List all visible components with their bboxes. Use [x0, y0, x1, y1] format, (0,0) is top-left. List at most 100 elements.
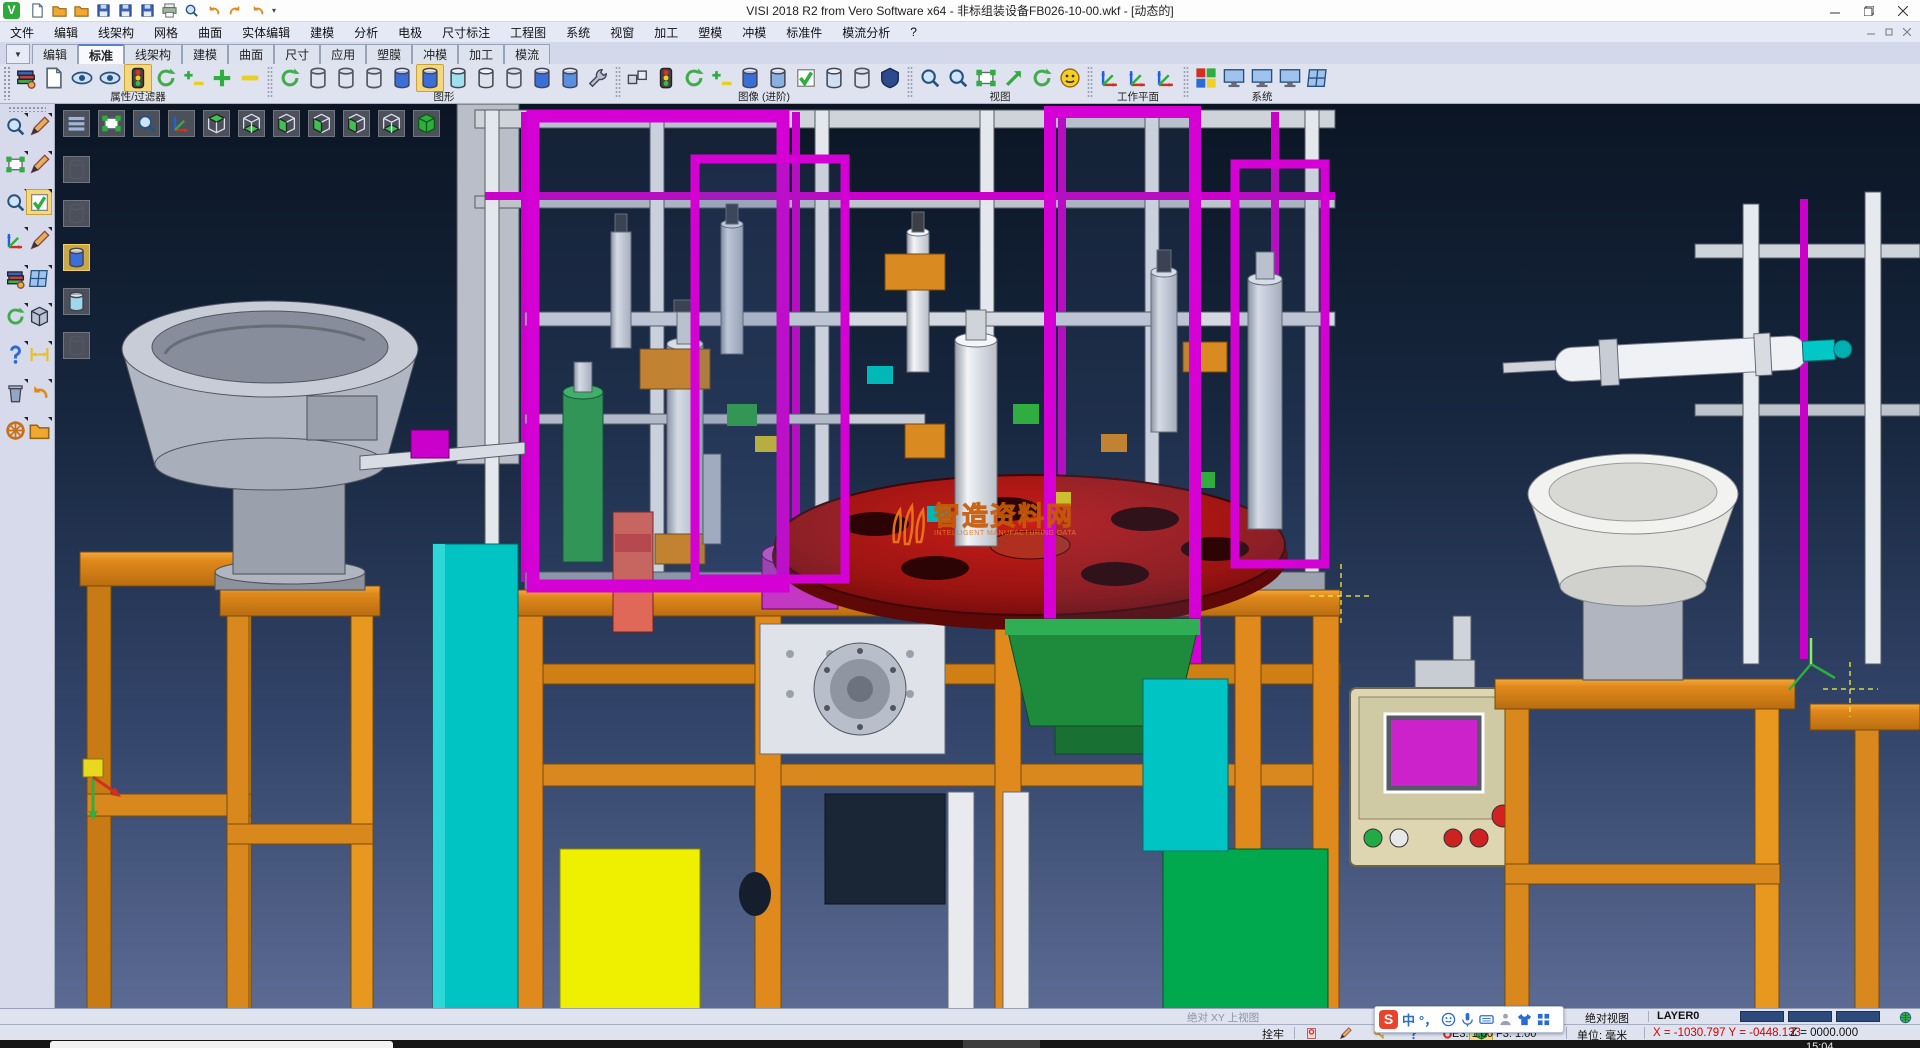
tab-application[interactable]: 应用	[320, 44, 366, 64]
shade-hidden-line-icon[interactable]	[63, 200, 90, 227]
shade-solid-icon[interactable]	[63, 244, 90, 271]
menu-mold[interactable]: 塑模	[688, 22, 732, 43]
show-all-icon[interactable]	[208, 64, 236, 92]
toolbar-grip[interactable]	[3, 66, 10, 100]
shaded-style-icon[interactable]	[388, 64, 416, 92]
sketch-curve-icon[interactable]	[27, 152, 51, 176]
tab-mold[interactable]: 塑膜	[366, 44, 412, 64]
validate-check-icon[interactable]	[27, 190, 51, 214]
ime-mic-icon[interactable]	[1460, 1012, 1475, 1027]
flat-style-icon[interactable]	[472, 64, 500, 92]
shade-settings-icon[interactable]	[584, 64, 612, 92]
absolute-view-label[interactable]: 绝对视图	[1585, 1010, 1629, 1026]
taskbar-search-input[interactable]	[50, 1041, 393, 1048]
solid-shaded-icon[interactable]	[736, 64, 764, 92]
menu-stamping[interactable]: 冲模	[732, 22, 776, 43]
menu-electrode[interactable]: 电极	[388, 22, 432, 43]
menu-wireframe[interactable]: 线架构	[88, 22, 144, 43]
tab-flow[interactable]: 模流	[504, 44, 550, 64]
color-swatch[interactable]	[1740, 1011, 1784, 1022]
zoom-extents-icon[interactable]	[98, 110, 125, 137]
menu-file[interactable]: 文件	[0, 22, 44, 43]
monitor-close-icon[interactable]	[1276, 64, 1304, 92]
globe-icon[interactable]	[1894, 1010, 1916, 1024]
tab-edit[interactable]: 编辑	[32, 44, 78, 64]
edit-delete-icon[interactable]	[27, 114, 51, 138]
render-smiley-icon[interactable]	[1056, 64, 1084, 92]
attribute-palette-icon[interactable]	[12, 64, 40, 92]
shade-copy-icon[interactable]	[556, 64, 584, 92]
menu-modeling[interactable]: 建模	[300, 22, 344, 43]
view-front-icon[interactable]	[308, 110, 335, 137]
delete-trash-icon[interactable]	[3, 380, 27, 404]
solids-refresh-icon[interactable]	[680, 64, 708, 92]
menu-edit[interactable]: 编辑	[44, 22, 88, 43]
taskbar-hover-segment[interactable]	[963, 1040, 1040, 1048]
ime-language-toggle[interactable]: 中	[1402, 1010, 1415, 1029]
dock-grip[interactable]	[8, 106, 46, 112]
ucs-axes-icon[interactable]	[3, 228, 27, 252]
workplane-align-icon[interactable]	[1124, 64, 1152, 92]
minimize-button[interactable]	[1818, 0, 1852, 21]
layer-indicator[interactable]: LAYER0	[1657, 1010, 1699, 1022]
import-doc-icon[interactable]	[71, 2, 91, 20]
mdi-minimize-button[interactable]	[1862, 25, 1880, 39]
mixed-style-icon[interactable]	[500, 64, 528, 92]
view-right-icon[interactable]	[343, 110, 370, 137]
solid-shield-icon[interactable]	[876, 64, 904, 92]
menu-standard-parts[interactable]: 标准件	[776, 22, 832, 43]
sogou-logo-icon[interactable]: S	[1379, 1010, 1398, 1029]
layer-panes-icon[interactable]	[27, 266, 51, 290]
tab-standard[interactable]: 标准	[78, 44, 124, 64]
ime-keyboard-icon[interactable]	[1479, 1012, 1494, 1027]
save-as-icon[interactable]	[115, 2, 135, 20]
annotate-pencil-icon[interactable]	[1334, 1026, 1356, 1040]
color-swatch[interactable]	[1788, 1011, 1832, 1022]
transparent-style-icon[interactable]	[444, 64, 472, 92]
preview-icon[interactable]	[181, 2, 201, 20]
menu-window[interactable]: 视窗	[600, 22, 644, 43]
solid-copy-icon[interactable]	[820, 64, 848, 92]
view-top-icon[interactable]	[203, 110, 230, 137]
new-doc-icon[interactable]	[27, 2, 47, 20]
perspective-grid-icon[interactable]	[1304, 64, 1332, 92]
dashed-style-icon[interactable]	[360, 64, 388, 92]
undo-icon[interactable]	[203, 2, 223, 20]
tab-surface[interactable]: 曲面	[228, 44, 274, 64]
regen-graphics-icon[interactable]	[276, 64, 304, 92]
view-axes-icon[interactable]	[168, 110, 195, 137]
shaded-active-style-icon[interactable]	[416, 64, 444, 92]
view-back-icon[interactable]	[378, 110, 405, 137]
tab-dimension[interactable]: 尺寸	[274, 44, 320, 64]
hide-remove-icon[interactable]	[96, 64, 124, 92]
restore-button[interactable]	[1852, 0, 1886, 21]
menu-drawing[interactable]: 工程图	[500, 22, 556, 43]
menu-mesh[interactable]: 网格	[144, 22, 188, 43]
show-add-icon[interactable]	[68, 64, 96, 92]
solid-cube-icon[interactable]	[27, 304, 51, 328]
ime-toolbar[interactable]: S 中 °，	[1374, 1006, 1564, 1033]
hidden-line-style-icon[interactable]	[332, 64, 360, 92]
tab-stamping[interactable]: 冲模	[412, 44, 458, 64]
tab-wireframe[interactable]: 线架构	[124, 44, 182, 64]
ime-punctuation-toggle[interactable]: °，	[1419, 1010, 1437, 1029]
zoom-solid-icon[interactable]	[3, 190, 27, 214]
quickbar-options-caret[interactable]: ▾	[272, 6, 276, 15]
mdi-close-button[interactable]	[1898, 25, 1916, 39]
view-iso-icon[interactable]	[413, 110, 440, 137]
shade-refresh-icon[interactable]	[528, 64, 556, 92]
attributes-books-icon[interactable]	[3, 266, 27, 290]
undo-gray-icon[interactable]	[27, 380, 51, 404]
view-menu-hamburger-icon[interactable]	[63, 110, 90, 137]
view-bottom-icon[interactable]	[238, 110, 265, 137]
zoom-window-icon[interactable]	[3, 152, 27, 176]
repeat-icon[interactable]	[247, 2, 267, 20]
workplane-axes-icon[interactable]	[1096, 64, 1124, 92]
close-button[interactable]	[1886, 0, 1920, 21]
dimension-icon[interactable]	[27, 342, 51, 366]
menu-system[interactable]: 系统	[556, 22, 600, 43]
ime-skin-icon[interactable]	[1517, 1012, 1532, 1027]
mdi-restore-button[interactable]	[1880, 25, 1898, 39]
view-left-icon[interactable]	[273, 110, 300, 137]
save-icon[interactable]	[93, 2, 113, 20]
